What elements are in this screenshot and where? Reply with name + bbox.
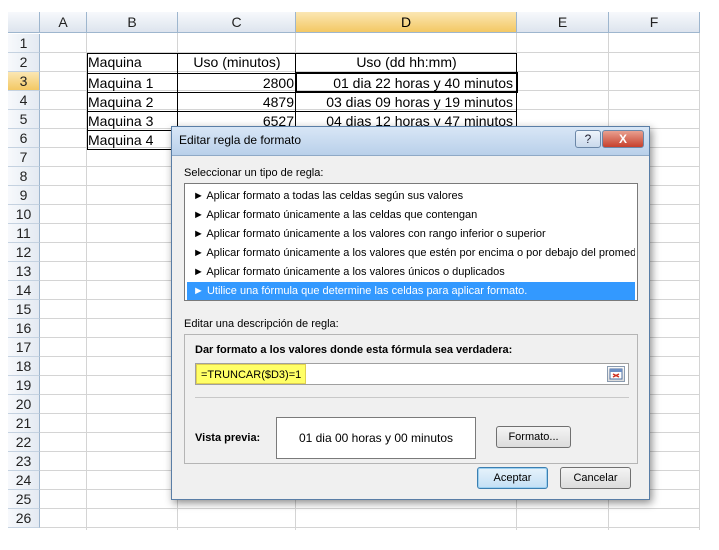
preview-label: Vista previa: [195, 432, 261, 444]
formula-value[interactable]: =TRUNCAR($D3)=1 [196, 364, 307, 384]
help-button[interactable]: ? [575, 130, 601, 148]
column-header-e[interactable]: E [517, 12, 609, 33]
format-button[interactable]: Formato... [496, 426, 571, 448]
table-border [87, 53, 88, 150]
row-header[interactable]: 20 [8, 395, 40, 414]
cell-d4[interactable]: 03 dias 09 horas y 19 minutos [296, 93, 515, 112]
select-rule-type-label: Seleccionar un tipo de regla: [184, 167, 324, 179]
row-header[interactable]: 16 [8, 319, 40, 338]
rule-type-item[interactable]: ► Aplicar formato únicamente a los valor… [187, 244, 635, 262]
table-border [87, 149, 177, 150]
cell-b5[interactable]: Maquina 3 [88, 112, 176, 131]
cell-c4[interactable]: 4879 [178, 93, 294, 112]
cell-d2[interactable]: Uso (dd hh:mm) [296, 53, 517, 72]
edit-format-rule-dialog: Editar regla de formato ? X Seleccionar … [171, 126, 650, 500]
column-header-a[interactable]: A [40, 12, 87, 33]
row-header[interactable]: 22 [8, 433, 40, 452]
gridline [40, 508, 700, 509]
cell-c2[interactable]: Uso (minutos) [178, 53, 296, 72]
gridline [40, 527, 700, 528]
cell-c3[interactable]: 2800 [178, 74, 294, 93]
cell-b4[interactable]: Maquina 2 [88, 93, 176, 112]
row-header[interactable]: 1 [8, 34, 40, 53]
cell-b2[interactable]: Maquina [88, 53, 176, 72]
row-header[interactable]: 13 [8, 262, 40, 281]
row-header[interactable]: 5 [8, 110, 40, 129]
row-header[interactable]: 21 [8, 414, 40, 433]
close-button[interactable]: X [602, 130, 644, 148]
row-header[interactable]: 10 [8, 205, 40, 224]
row-header[interactable]: 7 [8, 148, 40, 167]
row-header[interactable]: 26 [8, 509, 40, 528]
table-border [87, 111, 517, 112]
formula-title: Dar formato a los valores donde esta fór… [195, 344, 513, 356]
panel-separator [195, 397, 629, 398]
range-select-icon [609, 368, 623, 380]
row-header[interactable]: 6 [8, 129, 40, 148]
row-header[interactable]: 15 [8, 300, 40, 319]
column-header-f[interactable]: F [609, 12, 700, 33]
rule-type-item[interactable]: ► Aplicar formato únicamente a los valor… [187, 225, 635, 243]
row-header[interactable]: 11 [8, 224, 40, 243]
rule-description-panel: Dar formato a los valores donde esta fór… [184, 334, 638, 464]
rule-type-item-selected[interactable]: ► Utilice una fórmula que determine las … [187, 282, 635, 300]
rule-type-list[interactable]: ► Aplicar formato a todas las celdas seg… [184, 183, 638, 301]
select-all-corner[interactable] [8, 12, 40, 33]
cancel-button[interactable]: Cancelar [560, 467, 631, 489]
row-header[interactable]: 12 [8, 243, 40, 262]
column-header-b[interactable]: B [87, 12, 178, 33]
active-cell-selection [295, 72, 518, 93]
row-header[interactable]: 25 [8, 490, 40, 509]
row-header[interactable]: 8 [8, 167, 40, 186]
row-header[interactable]: 17 [8, 338, 40, 357]
cell-b6[interactable]: Maquina 4 [88, 131, 176, 150]
row-header[interactable]: 9 [8, 186, 40, 205]
formula-input[interactable]: =TRUNCAR($D3)=1 [195, 363, 629, 385]
preview-box: 01 dia 00 horas y 00 minutos [276, 417, 476, 459]
row-header[interactable]: 3 [8, 72, 40, 91]
cell-b3[interactable]: Maquina 1 [88, 74, 176, 93]
dialog-title: Editar regla de formato [179, 133, 302, 147]
ok-button[interactable]: Aceptar [477, 467, 548, 489]
rule-type-item[interactable]: ► Aplicar formato únicamente a las celda… [187, 206, 635, 224]
row-header[interactable]: 19 [8, 376, 40, 395]
row-header[interactable]: 24 [8, 471, 40, 490]
rule-type-item[interactable]: ► Aplicar formato únicamente a los valor… [187, 263, 635, 281]
rule-type-item[interactable]: ► Aplicar formato a todas las celdas seg… [187, 187, 635, 205]
row-header[interactable]: 18 [8, 357, 40, 376]
table-border [87, 53, 517, 54]
row-header[interactable]: 14 [8, 281, 40, 300]
row-header[interactable]: 23 [8, 452, 40, 471]
dialog-titlebar[interactable]: Editar regla de formato ? X [172, 127, 649, 156]
column-header-d[interactable]: D [296, 12, 517, 33]
row-header[interactable]: 4 [8, 91, 40, 110]
edit-description-label: Editar una descripción de regla: [184, 318, 339, 330]
row-header[interactable]: 2 [8, 53, 40, 72]
gridline [699, 33, 700, 530]
collapse-range-button[interactable] [607, 366, 625, 382]
column-header-c[interactable]: C [178, 12, 296, 33]
